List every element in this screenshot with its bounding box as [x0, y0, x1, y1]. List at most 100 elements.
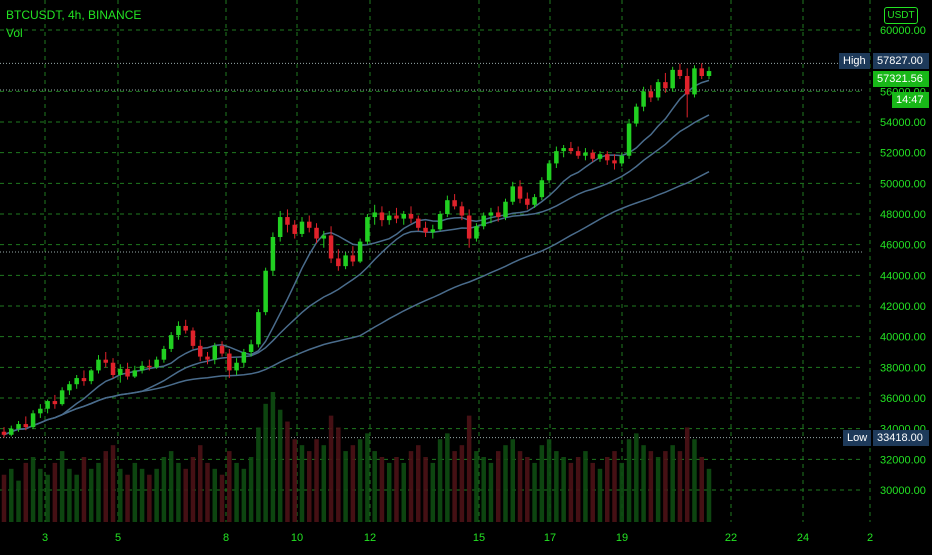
candle-body	[147, 365, 152, 368]
volume-bar	[197, 445, 203, 522]
volume-bar	[648, 451, 654, 522]
volume-bar	[612, 451, 617, 522]
candle-body	[597, 154, 603, 159]
x-tick-label: 8	[223, 532, 229, 544]
volume-bar	[634, 433, 639, 522]
candle-body	[648, 91, 654, 98]
y-tick-label: 32000.00	[880, 454, 926, 466]
low-label: Low	[843, 430, 872, 446]
candle-body	[110, 362, 116, 375]
candle-body	[256, 312, 261, 345]
candle-body	[706, 71, 712, 76]
volume-bar	[132, 462, 138, 522]
candle-body	[626, 123, 632, 156]
volume-bar	[604, 457, 610, 522]
volume-bar	[52, 462, 58, 522]
candle-body	[307, 221, 312, 228]
volume-bar	[677, 451, 683, 522]
x-tick-label: 10	[291, 532, 303, 544]
volume-bar	[445, 433, 450, 522]
volume-bar	[561, 457, 566, 522]
volume-bar	[583, 451, 588, 522]
volume-bar	[663, 451, 668, 522]
candle-body	[285, 217, 290, 225]
candle-body	[321, 235, 327, 239]
volume-bar	[161, 457, 167, 522]
volume-bar	[401, 462, 406, 522]
high-label: High	[839, 53, 870, 69]
candle-body	[357, 241, 363, 262]
volume-bar	[292, 439, 297, 522]
x-tick-label: 24	[797, 532, 809, 544]
candle-body	[423, 227, 428, 233]
y-tick-label: 38000.00	[880, 362, 926, 374]
volume-bar	[452, 451, 457, 522]
volume-bar	[343, 451, 348, 522]
volume-bar	[154, 468, 159, 522]
volume-bar	[183, 468, 188, 522]
y-tick-label: 48000.00	[880, 209, 926, 221]
candle-body	[74, 378, 79, 385]
volume-bar	[59, 451, 65, 522]
volume-bar	[474, 451, 479, 522]
high-value: 57827.00	[873, 53, 929, 69]
candle-body	[590, 152, 595, 159]
volume-bar	[554, 451, 559, 522]
volume-bar	[423, 457, 428, 522]
candle-body	[139, 365, 145, 371]
volume-bar	[336, 427, 341, 522]
candle-body	[103, 359, 109, 363]
volume-bar	[430, 462, 436, 522]
y-tick-label: 42000.00	[880, 301, 926, 313]
price-chart[interactable]: 35810121517192224260000.0056000.0054000.…	[0, 0, 932, 550]
candle-body	[634, 106, 639, 124]
volume-bar	[379, 457, 385, 522]
volume-bar	[597, 468, 603, 522]
x-tick-label: 15	[473, 532, 485, 544]
candle-body	[314, 227, 319, 239]
candle-body	[510, 186, 516, 202]
volume-bar	[81, 457, 87, 522]
x-tick-label: 2	[867, 532, 873, 544]
candle-body	[655, 82, 661, 98]
candle-body	[343, 255, 348, 267]
volume-bar	[205, 462, 210, 522]
volume-bar	[372, 451, 377, 522]
candle-body	[445, 200, 450, 214]
volume-bar	[408, 451, 414, 522]
candle-body	[328, 235, 334, 259]
candle-body	[365, 217, 370, 242]
candle-body	[1, 431, 7, 435]
candle-body	[604, 154, 610, 161]
volume-bar	[466, 415, 472, 522]
volume-bar	[416, 445, 421, 522]
candle-body	[408, 214, 414, 219]
x-tick-label: 22	[725, 532, 737, 544]
volume-bar	[270, 392, 276, 522]
candle-body	[532, 197, 537, 205]
candle-body	[205, 356, 210, 360]
currency-button[interactable]: USDT	[884, 7, 918, 24]
candle-body	[67, 384, 72, 391]
candle-body	[161, 348, 167, 360]
y-tick-label: 50000.00	[880, 178, 926, 190]
volume-bar	[1, 474, 7, 522]
candle-body	[227, 353, 232, 371]
volume-bar	[299, 445, 305, 522]
candle-body	[59, 390, 65, 405]
volume-bar	[241, 468, 247, 522]
volume-bar	[641, 445, 646, 522]
volume-bar	[517, 451, 523, 522]
candle-body	[81, 378, 87, 382]
volume-bar	[147, 474, 152, 522]
volume-bar	[532, 462, 537, 522]
candle-body	[125, 368, 130, 377]
candle-body	[52, 401, 58, 405]
candle-body	[692, 68, 697, 95]
candle-body	[394, 215, 399, 219]
candle-body	[16, 424, 21, 429]
candle-body	[277, 217, 283, 237]
candle-body	[299, 221, 305, 234]
candle-body	[190, 330, 196, 346]
candlestick-chart[interactable]: 35810121517192224260000.0056000.0054000.…	[0, 0, 932, 550]
